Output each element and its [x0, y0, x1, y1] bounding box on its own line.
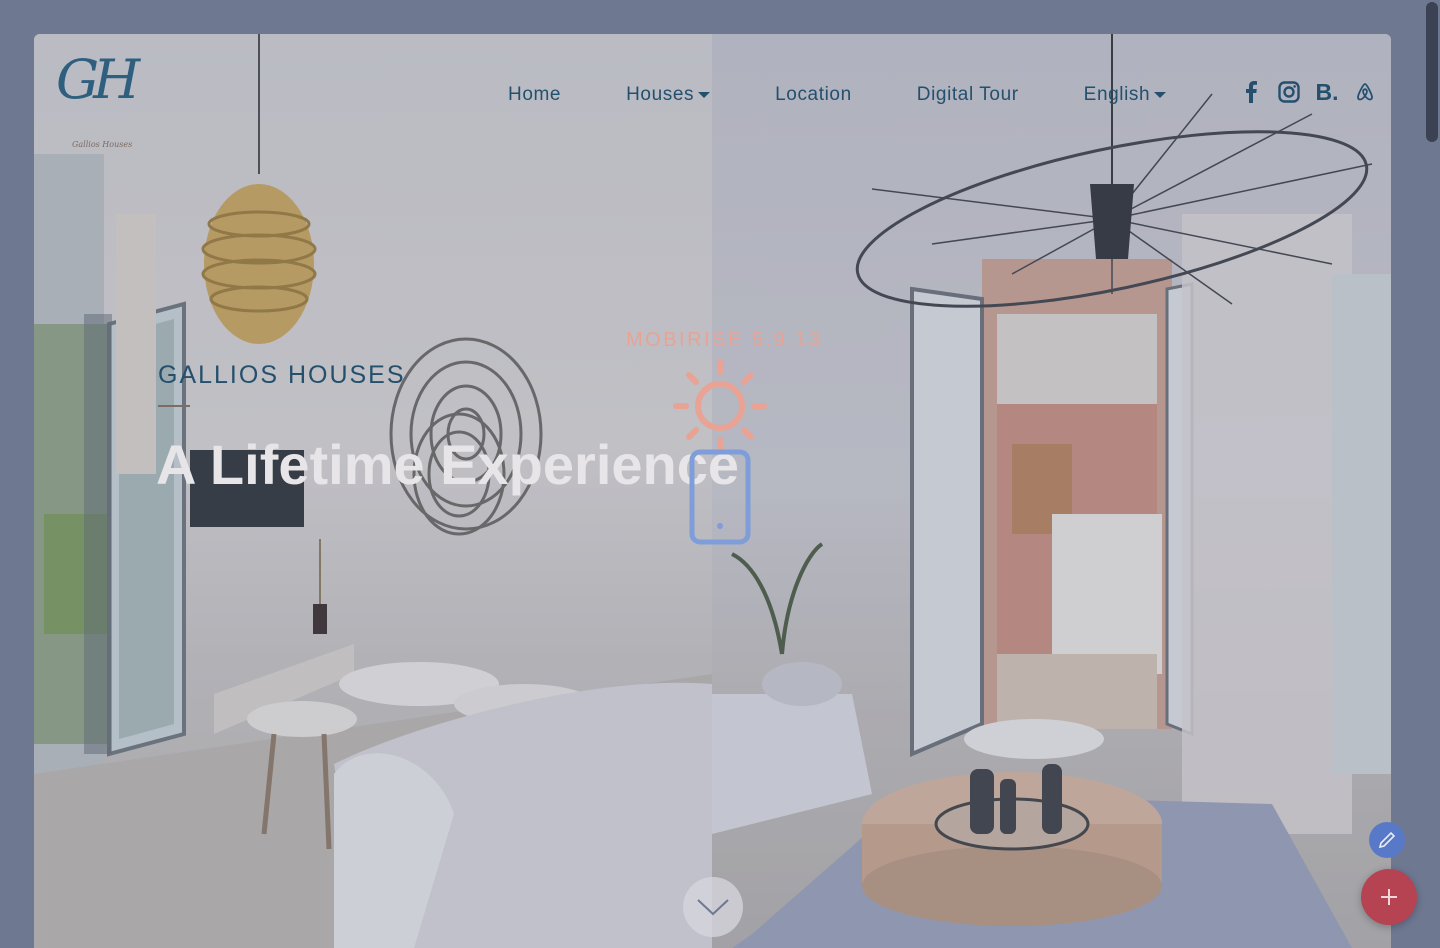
plus-icon — [1381, 889, 1397, 905]
nav-item-location[interactable]: Location — [775, 84, 852, 106]
logo-mark: GH — [56, 48, 140, 111]
caret-down-icon — [1154, 92, 1167, 98]
nav-item-home[interactable]: Home — [508, 84, 561, 106]
hero-headline: A Lifetime Experience — [156, 433, 740, 496]
nav-label: Digital Tour — [916, 84, 1019, 105]
social-links: B. — [1239, 78, 1377, 105]
add-block-button[interactable] — [1361, 869, 1417, 925]
booking-icon[interactable]: B. — [1315, 78, 1339, 105]
scrollbar-thumb[interactable] — [1426, 2, 1438, 142]
nav-label: English — [1083, 84, 1151, 105]
mobirise-version-label: MOBIRISE 5.9.13 — [626, 329, 823, 351]
booking-text: B. — [1315, 78, 1339, 105]
nav-item-houses[interactable]: Houses — [626, 84, 711, 106]
hero-image-right — [712, 34, 1391, 948]
nav-label: Home — [508, 84, 562, 105]
facebook-icon[interactable] — [1239, 80, 1263, 104]
page-scrollbar[interactable] — [1424, 0, 1440, 948]
logo-subtitle: Gallios Houses — [72, 140, 133, 149]
brand-logo[interactable]: GH Gallios Houses — [56, 48, 156, 149]
hero-section: GH Gallios Houses Home Houses Location D… — [34, 34, 1391, 948]
instagram-icon[interactable] — [1277, 80, 1301, 104]
airbnb-icon[interactable] — [1353, 80, 1377, 104]
nav-item-digital-tour[interactable]: Digital Tour — [917, 84, 1019, 106]
scroll-down-button[interactable] — [683, 877, 743, 937]
nav-item-language[interactable]: English — [1084, 84, 1167, 106]
pencil-icon — [1378, 831, 1396, 849]
caret-down-icon — [698, 92, 711, 98]
sun-phone-icon — [668, 356, 770, 546]
kicker-divider — [158, 405, 190, 407]
hero-kicker: GALLIOS HOUSES — [158, 361, 406, 389]
edit-button[interactable] — [1369, 822, 1405, 858]
main-nav: Home Houses Location Digital Tour Englis… — [508, 84, 1231, 106]
nav-label: Houses — [626, 84, 695, 105]
nav-label: Location — [775, 84, 852, 105]
chevron-down-icon — [697, 899, 729, 916]
